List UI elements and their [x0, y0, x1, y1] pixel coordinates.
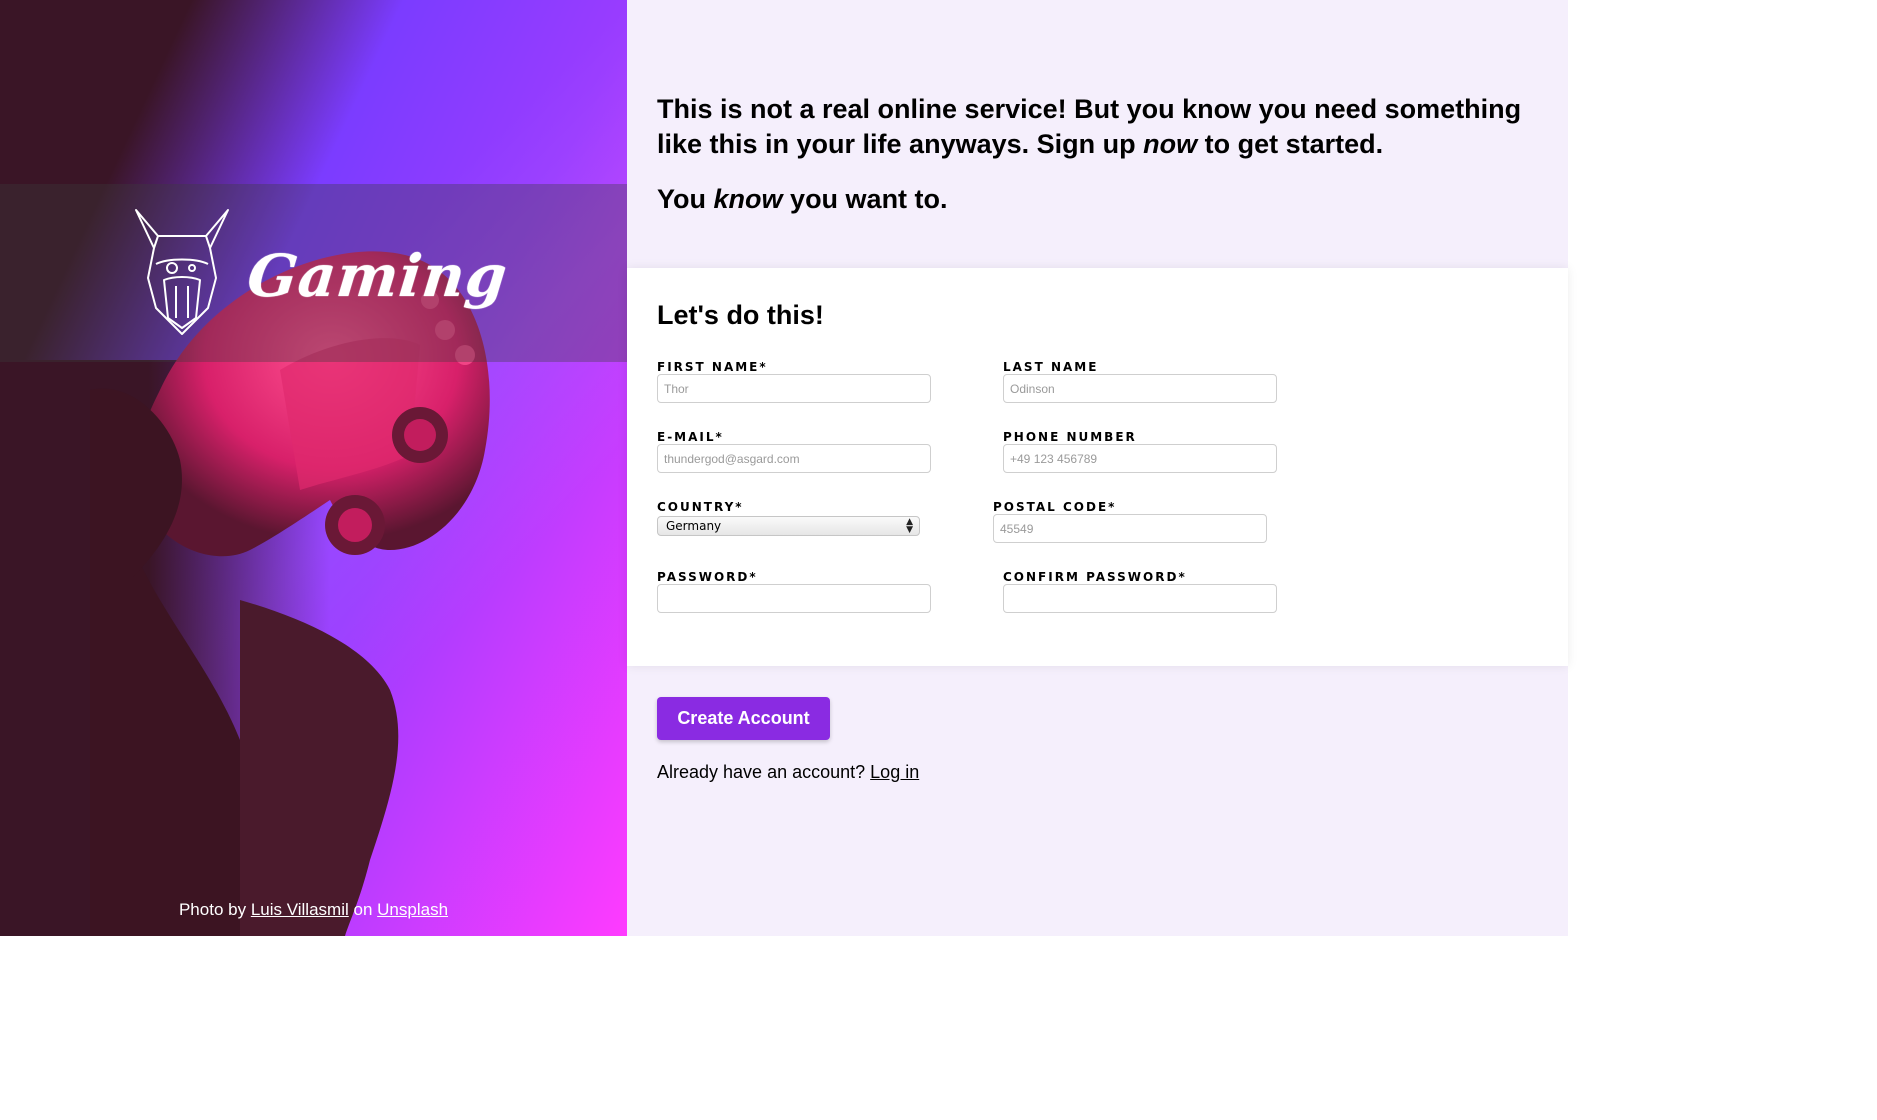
first-name-input[interactable] — [657, 374, 931, 403]
country-label: COUNTRY* — [657, 500, 744, 514]
login-link[interactable]: Log in — [870, 762, 919, 782]
phone-input[interactable] — [1003, 444, 1277, 473]
hero-image-panel: Gaming Photo by Luis Villasmil on Unspla… — [0, 0, 627, 936]
intro-tagline: You know you want to. — [657, 182, 1557, 217]
country-field-group: COUNTRY* Germany ▲ ▼ — [657, 500, 920, 536]
last-name-label: LAST NAME — [1003, 360, 1099, 374]
confirm-password-label: CONFIRM PASSWORD* — [1003, 570, 1187, 584]
intro-line2-a: You — [657, 184, 706, 214]
email-label: E-MAIL* — [657, 430, 724, 444]
brand-name: Gaming — [244, 242, 511, 310]
country-select[interactable]: Germany ▲ ▼ — [657, 516, 920, 536]
phone-field-group: PHONE NUMBER — [1003, 430, 1277, 473]
postal-field-group: POSTAL CODE* — [993, 500, 1267, 543]
credit-site-link[interactable]: Unsplash — [377, 900, 448, 919]
signup-panel: This is not a real online service! But y… — [627, 0, 1568, 936]
intro-line1-em: now — [1143, 129, 1198, 159]
password-field-group: PASSWORD* — [657, 570, 931, 613]
email-input[interactable] — [657, 444, 931, 473]
first-name-field-group: FIRST NAME* — [657, 360, 931, 403]
email-field-group: E-MAIL* — [657, 430, 931, 473]
signup-form-card: Let's do this! FIRST NAME* LAST NAME E-M… — [627, 268, 1568, 666]
postal-input[interactable] — [993, 514, 1267, 543]
last-name-field-group: LAST NAME — [1003, 360, 1277, 403]
confirm-password-field-group: CONFIRM PASSWORD* — [1003, 570, 1277, 613]
credit-author-link[interactable]: Luis Villasmil — [251, 900, 349, 919]
photo-credit: Photo by Luis Villasmil on Unsplash — [0, 900, 627, 920]
intro-line2-em: know — [713, 184, 783, 214]
intro-paragraph: This is not a real online service! But y… — [657, 92, 1557, 162]
last-name-input[interactable] — [1003, 374, 1277, 403]
create-account-button[interactable]: Create Account — [657, 697, 830, 740]
login-prompt-text: Already have an account? — [657, 762, 866, 782]
postal-label: POSTAL CODE* — [993, 500, 1117, 514]
credit-prefix: Photo by — [178, 900, 247, 919]
intro-line1-b: to get started. — [1204, 129, 1384, 159]
first-name-label: FIRST NAME* — [657, 360, 768, 374]
intro-line1-a: This is not a real online service! But y… — [657, 94, 1522, 159]
intro-line2-b: you want to. — [790, 184, 948, 214]
form-actions: Create Account — [657, 697, 830, 740]
credit-on: on — [353, 900, 373, 919]
country-selected-value: Germany — [666, 519, 722, 533]
phone-label: PHONE NUMBER — [1003, 430, 1137, 444]
form-title: Let's do this! — [657, 300, 824, 330]
password-input[interactable] — [657, 584, 931, 613]
confirm-password-input[interactable] — [1003, 584, 1277, 613]
intro-text: This is not a real online service! But y… — [657, 92, 1557, 217]
select-arrows-icon: ▲ ▼ — [906, 517, 913, 535]
password-label: PASSWORD* — [657, 570, 758, 584]
login-prompt: Already have an account? Log in — [657, 762, 919, 783]
viking-logo-icon — [135, 209, 229, 335]
